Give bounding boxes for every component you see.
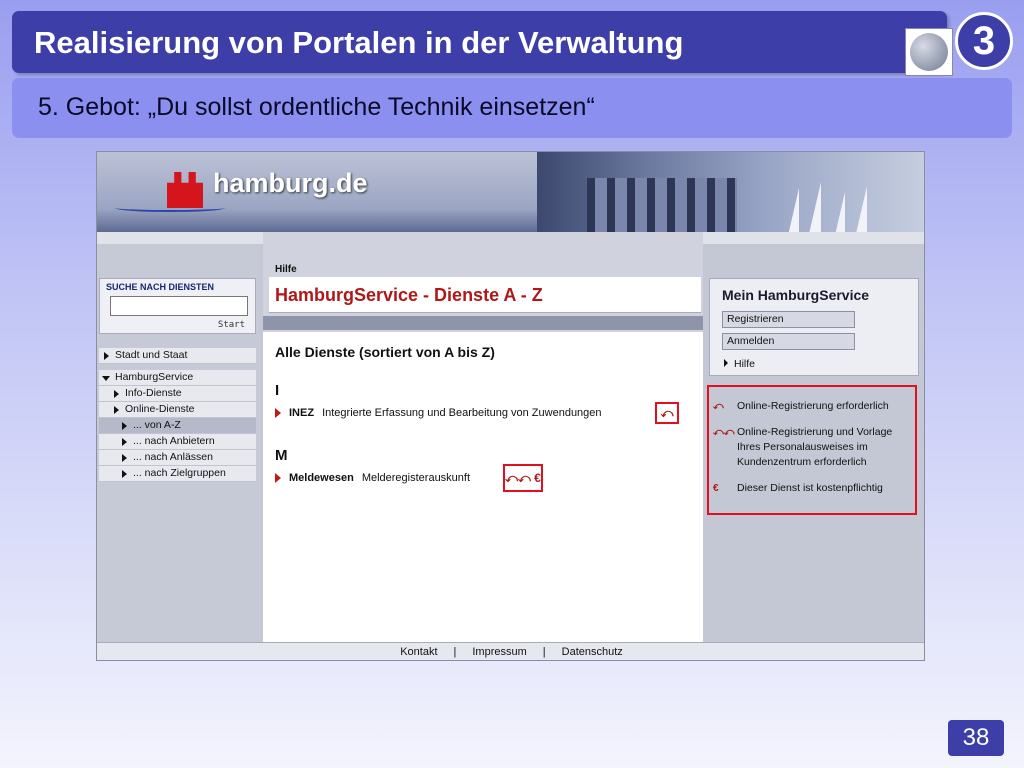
registration-icon: ⤺ xyxy=(713,401,724,412)
service-name: INEZ xyxy=(289,407,315,419)
euro-icon: € xyxy=(713,483,719,494)
chevron-right-icon xyxy=(122,422,127,430)
service-entry-meldewesen[interactable]: Meldewesen Melderegisterauskunft xyxy=(275,472,470,484)
chevron-right-icon xyxy=(122,438,127,446)
nav-item-stadt-und-staat[interactable]: Stadt und Staat xyxy=(99,348,256,364)
mein-help-label: Hilfe xyxy=(734,358,756,370)
nav-item-hamburgservice[interactable]: HamburgService xyxy=(99,370,256,386)
service-name: Meldewesen xyxy=(289,472,354,484)
site-brand[interactable]: hamburg.de xyxy=(213,168,368,199)
section-letter: I xyxy=(275,382,280,399)
chevron-right-icon xyxy=(114,390,119,398)
mein-help-link[interactable]: Hilfe xyxy=(724,358,755,370)
registration-icon-highlight: ⤺ xyxy=(655,402,679,424)
nav-label: Info-Dienste xyxy=(125,387,182,399)
main-content: Hilfe HamburgService - Dienste A - Z All… xyxy=(263,232,703,642)
legend-text: Dieser Dienst ist kostenpflichtig xyxy=(737,482,883,494)
chevron-down-icon xyxy=(102,376,110,381)
hamburg-crest-icon xyxy=(167,172,203,208)
header-photo xyxy=(537,152,924,244)
service-description: Melderegisterauskunft xyxy=(361,472,471,484)
register-button[interactable]: Registrieren xyxy=(722,311,855,328)
chevron-right-icon xyxy=(104,352,109,360)
arrow-right-icon xyxy=(275,408,281,419)
chevron-right-icon xyxy=(114,406,119,414)
content-header-area: Hilfe HamburgService - Dienste A - Z xyxy=(263,232,703,332)
service-description: Integrierte Erfassung und Bearbeitung vo… xyxy=(322,407,602,419)
legend-text: Online-Registrierung und Vorlage Ihres P… xyxy=(737,426,893,468)
search-start-button[interactable]: Start xyxy=(218,320,245,330)
wave-logo-icon xyxy=(115,204,225,212)
slide-subtitle-bar: 5. Gebot: „Du sollst ordentliche Technik… xyxy=(12,78,1012,138)
slide-subtitle: 5. Gebot: „Du sollst ordentliche Technik… xyxy=(38,93,595,121)
nav-label: ... nach Zielgruppen xyxy=(133,467,226,479)
nav-item-von-a-z[interactable]: ... von A-Z xyxy=(99,418,256,434)
sail-shape xyxy=(809,182,821,234)
nav-item-nach-zielgruppen[interactable]: ... nach Zielgruppen xyxy=(99,466,256,482)
nav-item-info-dienste[interactable]: Info-Dienste xyxy=(99,386,256,402)
nav-label: HamburgService xyxy=(115,371,194,383)
mein-hamburgservice-box: Mein HamburgService Registrieren Anmelde… xyxy=(709,278,919,376)
footer-separator: | xyxy=(542,646,546,658)
service-search-box: SUCHE NACH DIENSTEN Start xyxy=(99,278,256,334)
nav-label: ... von A-Z xyxy=(133,419,181,431)
site-footer: Kontakt | Impressum | Datenschutz xyxy=(97,642,924,660)
chevron-right-icon xyxy=(724,359,728,367)
footer-link-impressum[interactable]: Impressum xyxy=(464,646,534,658)
slide-title-bar: Realisierung von Portalen in der Verwalt… xyxy=(12,11,953,76)
arrow-right-icon xyxy=(275,473,281,484)
registration-fee-icon-highlight: ⤺⤺ € xyxy=(503,464,543,492)
legend-text: Online-Registrierung erforderlich xyxy=(737,400,889,412)
login-button[interactable]: Anmelden xyxy=(722,333,855,350)
mein-title: Mein HamburgService xyxy=(722,287,870,303)
nav-label: Stadt und Staat xyxy=(115,349,188,361)
double-registration-icon: ⤺⤺ xyxy=(713,427,735,438)
nav-item-online-dienste[interactable]: Online-Dienste xyxy=(99,402,256,418)
chapter-badge: 3 xyxy=(955,12,1013,70)
chevron-right-icon xyxy=(122,470,127,478)
divider-band xyxy=(263,316,703,330)
chevron-right-icon xyxy=(122,454,127,462)
section-letter: M xyxy=(275,447,288,464)
hamburg-website-screenshot: hamburg.de SUCHE NACH DIENSTEN Start Sta… xyxy=(96,151,925,661)
nav-label: ... nach Anlässen xyxy=(133,451,213,463)
help-link[interactable]: Hilfe xyxy=(275,264,297,275)
page-heading-box: HamburgService - Dienste A - Z xyxy=(269,277,701,313)
icon-legend-box: ⤺ Online-Registrierung erforderlich ⤺⤺ O… xyxy=(707,385,917,515)
nav-label: Online-Dienste xyxy=(125,403,195,415)
search-label: SUCHE NACH DIENSTEN xyxy=(106,282,215,292)
nav-item-nach-anbietern[interactable]: ... nach Anbietern xyxy=(99,434,256,450)
hiking-logo-icon xyxy=(905,28,953,76)
footer-link-kontakt[interactable]: Kontakt xyxy=(392,646,445,658)
footer-link-datenschutz[interactable]: Datenschutz xyxy=(554,646,631,658)
logo-circle xyxy=(910,33,948,71)
service-entry-inez[interactable]: INEZ Integrierte Erfassung und Bearbeitun… xyxy=(275,407,602,419)
nav-label: ... nach Anbietern xyxy=(133,435,215,447)
nav-item-nach-anlaessen[interactable]: ... nach Anlässen xyxy=(99,450,256,466)
footer-separator: | xyxy=(453,646,457,658)
page-number: 38 xyxy=(948,720,1004,756)
slide-title: Realisierung von Portalen in der Verwalt… xyxy=(34,25,684,60)
page-heading: HamburgService - Dienste A - Z xyxy=(275,285,543,305)
search-input[interactable] xyxy=(110,296,248,316)
content-title: Alle Dienste (sortiert von A bis Z) xyxy=(275,344,495,360)
sail-shape xyxy=(855,186,867,238)
